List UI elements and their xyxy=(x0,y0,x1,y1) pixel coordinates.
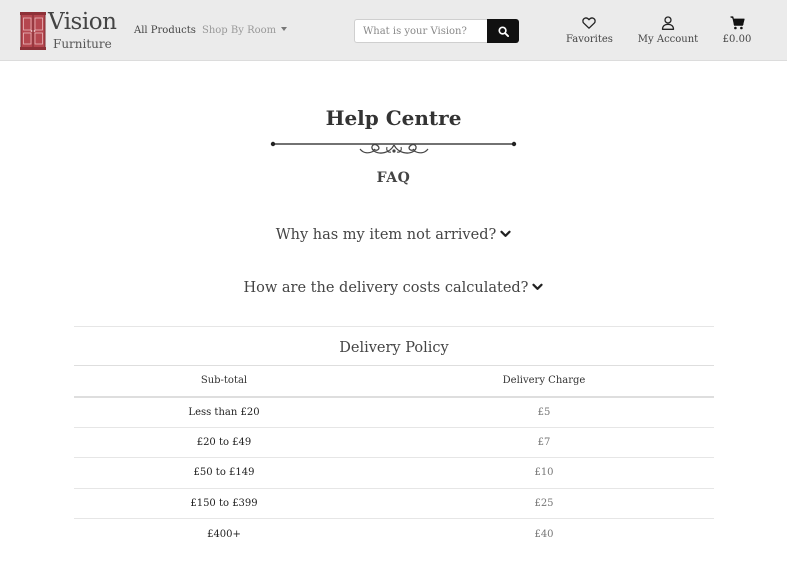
nav-shop-by-room-label: Shop By Room xyxy=(202,25,277,36)
charge-cell: £25 xyxy=(374,488,714,519)
table-row: Less than £20 £5 xyxy=(74,396,714,428)
charge-cell: £5 xyxy=(374,396,714,428)
search-button[interactable] xyxy=(487,19,519,43)
faq-question-label: Why has my item not arrived? xyxy=(275,227,497,243)
subtotal-cell: £50 to £149 xyxy=(74,457,374,489)
search-icon xyxy=(497,25,509,37)
brand-subtitle: Furniture xyxy=(53,37,112,51)
chevron-down-icon xyxy=(532,283,544,290)
my-account-link[interactable]: My Account xyxy=(637,15,699,45)
heart-icon xyxy=(582,17,596,29)
delivery-policy-title: Delivery Policy xyxy=(74,326,714,365)
charge-cell: £40 xyxy=(534,528,554,540)
charge-cell: £10 xyxy=(374,457,714,489)
subtotal-cell: £150 to £399 xyxy=(74,488,374,519)
nav-all-products[interactable]: All Products xyxy=(134,25,196,36)
cart-link[interactable]: £0.00 xyxy=(721,15,753,45)
faq-question-delivery-costs[interactable]: How are the delivery costs calculated? xyxy=(0,280,787,296)
faq-question-item-not-arrived[interactable]: Why has my item not arrived? xyxy=(0,227,787,243)
ornament-divider xyxy=(270,141,517,154)
brand-title: Vision xyxy=(48,9,117,35)
faq-heading: FAQ xyxy=(376,170,411,186)
delivery-policy-table: Sub-total Delivery Charge Less than £20 … xyxy=(74,365,714,549)
table-row: £150 to £399 £25 xyxy=(74,488,714,519)
nav-shop-by-room[interactable]: Shop By Room xyxy=(202,25,288,36)
favorites-link[interactable]: Favorites xyxy=(566,15,613,45)
table-header-row: Sub-total Delivery Charge xyxy=(74,365,714,398)
wardrobe-logo-icon xyxy=(20,12,46,50)
navbar: Vision Furniture All Products Shop By Ro… xyxy=(0,0,787,61)
cart-icon xyxy=(730,16,745,30)
column-header-subtotal: Sub-total xyxy=(74,365,374,398)
page-title: Help Centre xyxy=(325,106,462,130)
chevron-down-icon xyxy=(500,230,511,237)
subtotal-cell: £20 to £49 xyxy=(74,427,374,458)
search-form xyxy=(354,19,519,43)
account-label: My Account xyxy=(637,34,699,45)
brand-logo[interactable]: Vision Furniture xyxy=(20,9,120,53)
favorites-label: Favorites xyxy=(566,34,613,45)
cart-total: £0.00 xyxy=(722,34,752,45)
faq-question-label: How are the delivery costs calculated? xyxy=(243,280,529,296)
subtotal-cell: £400+ xyxy=(207,528,241,540)
table-row: £400+ £40 xyxy=(74,519,714,550)
table-row: £20 to £49 £7 xyxy=(74,427,714,458)
search-input[interactable] xyxy=(354,19,488,43)
user-icon xyxy=(661,16,675,30)
delivery-policy-section: Delivery Policy Sub-total Delivery Charg… xyxy=(74,326,714,549)
column-header-delivery-charge: Delivery Charge xyxy=(374,365,714,398)
table-row: £50 to £149 £10 xyxy=(74,457,714,489)
subtotal-cell: Less than £20 xyxy=(74,396,374,428)
charge-cell: £7 xyxy=(374,427,714,458)
caret-down-icon xyxy=(281,27,288,31)
